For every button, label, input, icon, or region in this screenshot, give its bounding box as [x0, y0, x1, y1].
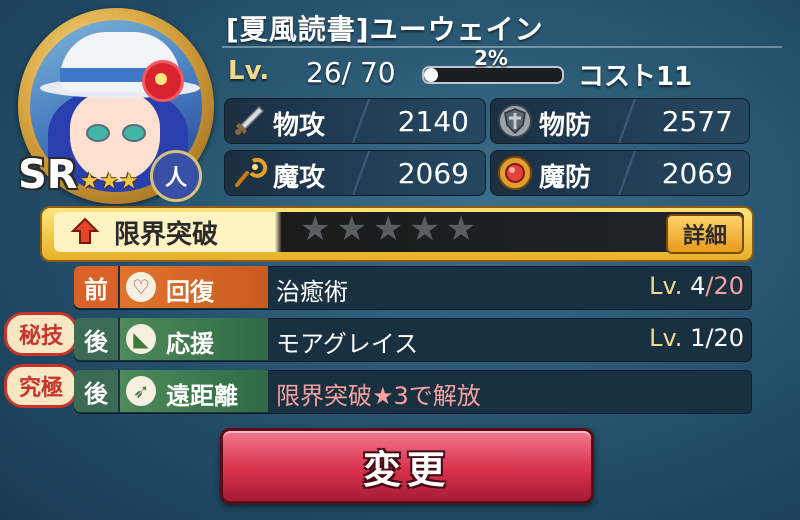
stat-magic-attack: 魔攻 2069 — [224, 150, 486, 196]
stat-physical-defense: 物防 2577 — [490, 98, 750, 144]
type-badge: 人 — [150, 150, 202, 202]
rarity-stars: ★★★ — [79, 169, 139, 194]
stat-label: 魔防 — [539, 163, 592, 193]
ultimate-skill-badge: 究極 — [4, 364, 78, 408]
limit-break-stars: ★★★★★ — [300, 209, 483, 249]
eye-right — [122, 124, 146, 142]
skill-category: ◣ 応援 — [120, 318, 268, 360]
shield-icon — [497, 103, 533, 139]
detail-button[interactable]: 詳細 — [666, 214, 744, 254]
stat-label: 物攻 — [273, 111, 326, 141]
stat-value: 2069 — [397, 157, 469, 190]
orb-icon — [497, 155, 533, 191]
stat-divider — [351, 99, 371, 143]
skill-level-max: 20 — [713, 324, 744, 352]
position-tag-back: 後 — [74, 318, 118, 360]
change-button[interactable]: 変更 — [220, 428, 594, 504]
bow-icon: ➶ — [126, 376, 156, 406]
stat-magic-defense: 魔防 2069 — [490, 150, 750, 196]
skill-level: Lv. 1/20 — [649, 324, 744, 352]
stat-label: 魔攻 — [273, 163, 326, 193]
exp-bar-fill — [424, 68, 438, 82]
staff-icon — [231, 155, 268, 191]
skill-level: Lv. 4/20 — [649, 272, 744, 300]
stat-divider — [351, 151, 371, 195]
stat-divider — [617, 151, 637, 195]
flower-center — [155, 73, 167, 85]
skill-category: ♡ 回復 — [120, 266, 268, 308]
skill-name: 治癒術 — [276, 278, 348, 306]
stat-value: 2069 — [661, 157, 733, 190]
level-value: 26/ 70 — [306, 56, 396, 89]
secret-skill-badge: 秘技 — [4, 312, 78, 356]
position-tag-front: 前 — [74, 266, 118, 308]
heart-icon: ♡ — [126, 272, 156, 302]
skill-level-current: 4 — [690, 272, 706, 300]
stat-value: 2140 — [397, 105, 469, 138]
skill-level-label: Lv. — [649, 272, 683, 300]
limit-break-label: 限界突破 — [114, 220, 219, 250]
stat-value: 2577 — [661, 105, 733, 138]
stat-divider — [617, 99, 637, 143]
skill-level-max: 20 — [713, 272, 744, 300]
skill-category: ➶ 遠距離 — [120, 370, 268, 412]
skill-name: モアグレイス — [276, 330, 419, 358]
stat-physical-attack: 物攻 2140 — [224, 98, 486, 144]
unit-name: [夏風読書]ユーウェイン — [226, 13, 544, 46]
megaphone-icon: ◣ — [126, 324, 156, 354]
position-tag-back: 後 — [74, 370, 118, 412]
rarity-text: SR — [18, 152, 78, 198]
limit-break-arrow-icon — [70, 216, 100, 246]
skill-category-label: 回復 — [166, 278, 214, 306]
cost-value: コスト11 — [578, 62, 693, 92]
skill-level-current: 1 — [690, 324, 706, 352]
skill-name-locked: 限界突破★3で解放 — [276, 382, 481, 410]
eye-left — [86, 124, 110, 142]
skill-level-label: Lv. — [649, 324, 683, 352]
sword-icon — [231, 103, 267, 139]
rarity: SR★★★ — [18, 152, 139, 198]
exp-percent: 2% — [474, 46, 508, 70]
level-label: Lv. — [228, 56, 270, 86]
stat-label: 物防 — [539, 111, 592, 141]
skill-category-label: 応援 — [166, 330, 214, 358]
skill-category-label: 遠距離 — [166, 382, 238, 410]
